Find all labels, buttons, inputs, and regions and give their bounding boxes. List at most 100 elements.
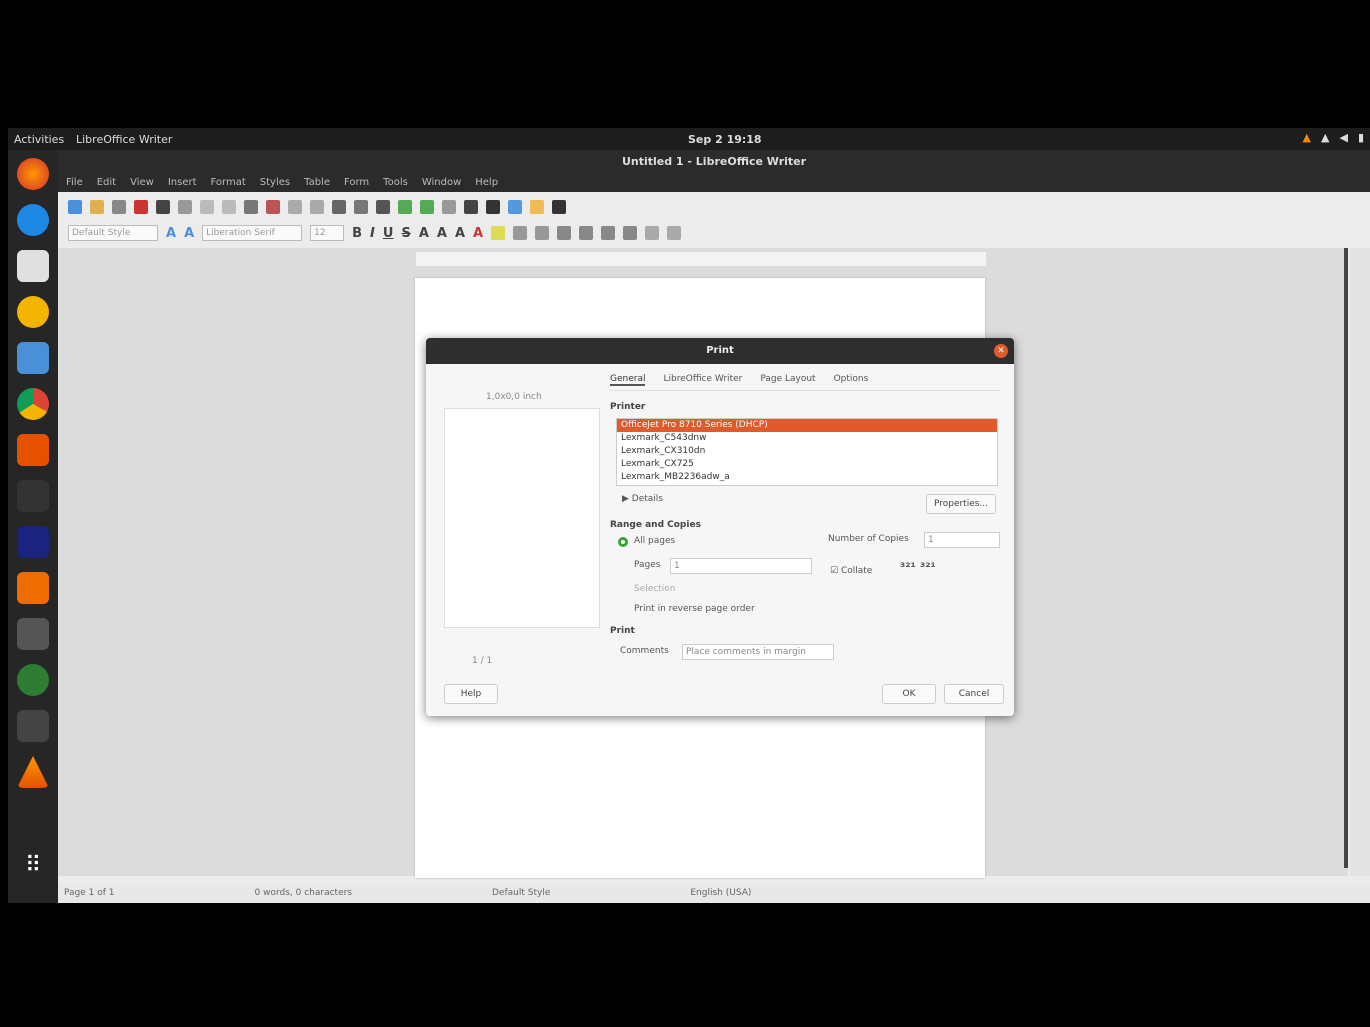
system-tray[interactable]: ▲ ▲ ◀ ▮ [1303,131,1364,144]
indent-icon[interactable] [667,226,682,240]
line-spacing-icon[interactable] [645,226,660,240]
special-char-icon[interactable] [486,200,500,214]
sidebar[interactable] [1350,248,1370,876]
formatting-marks-icon[interactable] [376,200,390,214]
menu-item[interactable]: Table [304,174,330,192]
help-button[interactable]: Help [444,684,498,704]
underline-icon[interactable]: U [383,226,394,241]
software-center-icon[interactable] [17,434,49,466]
menu-item[interactable]: Styles [260,174,290,192]
terminal-icon[interactable] [17,618,49,650]
dialog-tab[interactable]: Page Layout [760,374,815,386]
gimp-icon[interactable] [17,710,49,742]
table-icon[interactable] [398,200,412,214]
preview-icon[interactable] [178,200,192,214]
italic-icon[interactable]: I [370,226,375,241]
menu-item[interactable]: Help [475,174,498,192]
menu-item[interactable]: View [130,174,154,192]
align-left-icon[interactable] [557,226,572,240]
dialog-tab[interactable]: Options [834,374,869,386]
font-color-icon[interactable]: A [473,226,483,241]
spelling-icon[interactable] [354,200,368,214]
chart-icon[interactable] [442,200,456,214]
copy-icon[interactable] [222,200,236,214]
font-size-combo[interactable]: 12 [310,225,345,241]
show-apps-icon[interactable]: ⠿ [17,850,49,882]
printer-item[interactable]: Lexmark_CX725 [617,458,997,471]
update-style-icon[interactable]: A [166,226,176,241]
menu-item[interactable]: Form [344,174,369,192]
bold-icon[interactable]: B [352,226,362,241]
print-icon[interactable] [156,200,170,214]
hyperlink-icon[interactable] [508,200,522,214]
cut-icon[interactable] [200,200,214,214]
align-center-icon[interactable] [579,226,594,240]
cancel-button[interactable]: Cancel [944,684,1004,704]
shapes-icon[interactable] [552,200,566,214]
app-icon[interactable] [17,526,49,558]
printer-item[interactable]: OfficeJet Pro 8710 Series (DHCP) [617,419,997,432]
language[interactable]: English (USA) [690,884,751,903]
save-icon[interactable] [112,200,126,214]
menu-item[interactable]: Window [422,174,461,192]
bullets-icon[interactable] [513,226,528,240]
pages-input[interactable]: 1 [670,558,812,574]
menu-item[interactable]: Edit [97,174,116,192]
clone-icon[interactable] [266,200,280,214]
thunderbird-icon[interactable] [17,204,49,236]
rhythmbox-icon[interactable] [17,296,49,328]
printer-item[interactable]: Lexmark_C543dnw [617,432,997,445]
image-icon[interactable] [420,200,434,214]
new-icon[interactable] [68,200,82,214]
details-expander[interactable]: ▶ Details [622,494,663,504]
undo-icon[interactable] [288,200,302,214]
menu-item[interactable]: Format [211,174,246,192]
find-icon[interactable] [332,200,346,214]
menu-item[interactable]: Insert [168,174,197,192]
highlight-icon[interactable] [491,226,506,240]
preview-page-field[interactable]: 1 / 1 [472,656,492,666]
copies-input[interactable]: 1 [924,532,1000,548]
app-menu[interactable]: LibreOffice Writer [76,133,172,146]
shadow-icon[interactable]: A [455,226,465,241]
justify-icon[interactable] [623,226,638,240]
printer-item[interactable]: Lexmark_MB2236adw_a [617,471,997,484]
writer-icon[interactable] [17,342,49,374]
printer-list[interactable]: OfficeJet Pro 8710 Series (DHCP) Lexmark_… [616,418,998,486]
properties-button[interactable]: Properties... [926,494,996,514]
chrome-icon[interactable] [17,388,49,420]
page-count[interactable]: Page 1 of 1 [64,884,115,903]
paste-icon[interactable] [244,200,258,214]
network-icon[interactable]: ▲ [1321,131,1329,144]
firefox-icon[interactable] [17,158,49,190]
all-pages-radio[interactable] [618,537,628,547]
redo-icon[interactable] [310,200,324,214]
printer-item[interactable]: Lexmark_MB2338adw [617,484,997,485]
export-pdf-icon[interactable] [134,200,148,214]
font-name-combo[interactable]: Liberation Serif [202,225,303,241]
vertical-scrollbar[interactable] [1344,248,1348,868]
inkscape-icon[interactable] [17,480,49,512]
activities-button[interactable]: Activities [14,133,64,146]
volume-icon[interactable]: ◀ [1339,131,1347,144]
comment-icon[interactable] [530,200,544,214]
strikethrough-icon[interactable]: S [401,226,410,241]
text-box-icon[interactable] [464,200,478,214]
dialog-tab[interactable]: General [610,374,646,386]
dialog-tab[interactable]: LibreOffice Writer [663,374,742,386]
close-icon[interactable]: ✕ [994,344,1008,358]
collate-checkbox[interactable]: ☑ Collate [830,566,872,576]
page-style[interactable]: Default Style [492,884,550,903]
numbering-icon[interactable] [535,226,550,240]
superscript-icon[interactable]: A [419,226,429,241]
clock[interactable]: Sep 2 19:18 [688,133,762,146]
menu-item[interactable]: Tools [383,174,408,192]
ok-button[interactable]: OK [882,684,936,704]
vlc-tray-icon[interactable]: ▲ [1303,131,1311,144]
comments-select[interactable]: Place comments in margin [682,644,834,660]
new-style-icon[interactable]: A [184,226,194,241]
battery-icon[interactable]: ▮ [1358,131,1364,144]
align-right-icon[interactable] [601,226,616,240]
word-count[interactable]: 0 words, 0 characters [255,884,353,903]
paragraph-style-combo[interactable]: Default Style [68,225,158,241]
